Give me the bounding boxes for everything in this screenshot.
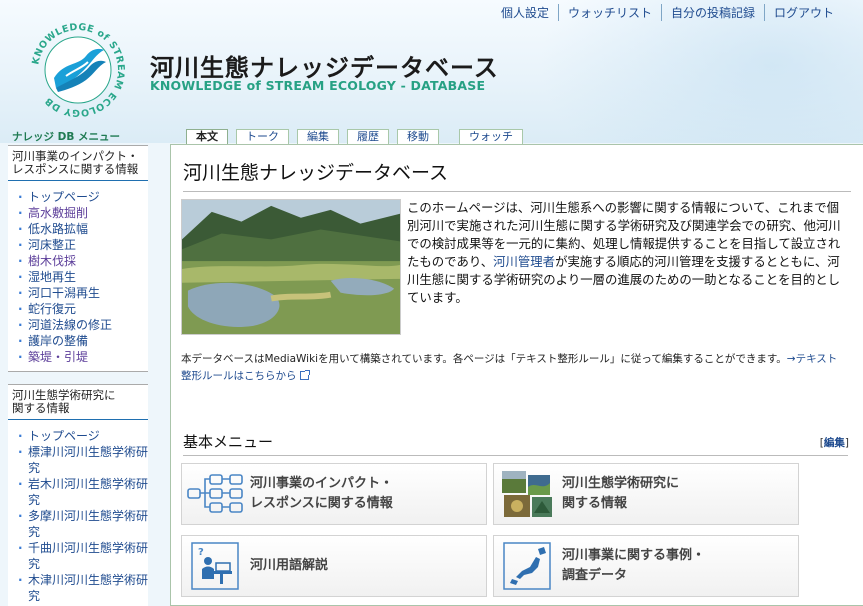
- site-header: 個人設定 ウォッチリスト 自分の投稿記録 ログアウト KNOWLEDGE of …: [0, 0, 863, 143]
- sidebar-item-wetland-restoration[interactable]: 湿地再生: [18, 269, 148, 285]
- japan-map-icon: [503, 542, 551, 590]
- card-label: 河川事業のインパクト・ レスポンスに関する情報: [250, 476, 394, 511]
- portlet-heading: 河川事業のインパクト・ レスポンスに関する情報: [8, 146, 148, 181]
- portlet-heading: 河川生態学術研究に 関する情報: [8, 385, 148, 420]
- menu-card-case-data[interactable]: 河川事業に関する事例・ 調査データ: [493, 535, 799, 597]
- sidebar-item-floodplain-excavation[interactable]: 高水敷掘削: [18, 205, 148, 221]
- tab-talk[interactable]: トーク: [236, 129, 289, 144]
- sidebar-item-meander-restoration[interactable]: 蛇行復元: [18, 301, 148, 317]
- sidebar-item-revetment[interactable]: 護岸の整備: [18, 333, 148, 349]
- main-content: 河川生態ナレッジデータベース このホームページは、河川生態系への影響に関する情報…: [170, 144, 863, 606]
- page-title: 河川生態ナレッジデータベース: [183, 158, 851, 192]
- sidebar-item-shibetsu[interactable]: 標津川河川生態学術研究: [18, 444, 148, 476]
- section-edit: [編集]: [819, 437, 849, 449]
- person-reading-icon: ?: [191, 542, 239, 590]
- my-contributions-link[interactable]: 自分の投稿記録: [660, 3, 764, 21]
- sidebar-item-tama[interactable]: 多摩川河川生態学術研究: [18, 508, 148, 540]
- sidebar-item-alignment-correction[interactable]: 河道法線の修正: [18, 317, 148, 333]
- flowchart-icon: [187, 474, 243, 513]
- sidebar-item-levee[interactable]: 築堤・引堤: [18, 349, 148, 365]
- portlet-academic-research: 河川生態学術研究に 関する情報 トップページ 標津川河川生態学術研究 岩木川河川…: [8, 384, 148, 606]
- sidebar-item-tidal-flat-restoration[interactable]: 河口干潟再生: [18, 285, 148, 301]
- sidebar-item-tree-cutting[interactable]: 樹木伐採: [18, 253, 148, 269]
- sidebar-item-riverbed-regrading[interactable]: 河床整正: [18, 237, 148, 253]
- sidebar: ナレッジ DB メニュー 河川事業のインパクト・ レスポンスに関する情報 トップ…: [8, 129, 148, 606]
- sidebar-title: ナレッジ DB メニュー: [12, 131, 121, 143]
- card-label: 河川用語解説: [250, 558, 329, 573]
- intro-paragraph: このホームページは、河川生態系への影響に関する情報について、これまで個別河川で実…: [407, 199, 847, 307]
- site-subtitle: KNOWLEDGE of STREAM ECOLOGY - DATABASE: [150, 78, 486, 93]
- tab-edit[interactable]: 編集: [297, 129, 339, 144]
- tab-watch[interactable]: ウォッチ: [459, 129, 523, 144]
- menu-card-glossary[interactable]: ? 河川用語解説: [181, 535, 487, 597]
- section-edit-link[interactable]: 編集: [824, 437, 845, 449]
- mediawiki-note: 本データベースはMediaWikiを用いて構築されています。各ページは「テキスト…: [181, 351, 846, 385]
- tab-move[interactable]: 移動: [397, 129, 439, 144]
- sidebar-item-channel-widening[interactable]: 低水路拡幅: [18, 221, 148, 237]
- nature-photos-icon: [502, 471, 552, 517]
- menu-card-academic-research[interactable]: 河川生態学術研究に 関する情報: [493, 463, 799, 525]
- sidebar-item-research-top[interactable]: トップページ: [18, 428, 148, 444]
- sidebar-item-top[interactable]: トップページ: [18, 189, 148, 205]
- sidebar-item-chikuma[interactable]: 千曲川河川生態学術研究: [18, 540, 148, 572]
- external-link-icon: [299, 370, 310, 380]
- tab-article[interactable]: 本文: [186, 129, 228, 144]
- river-administrator-link[interactable]: 河川管理者: [493, 254, 555, 269]
- logout-link[interactable]: ログアウト: [763, 3, 843, 21]
- site-logo-icon[interactable]: KNOWLEDGE of STREAM ECOLOGY DB: [26, 18, 130, 122]
- page-tabs: 本文 トーク 編集 履歴 移動 ウォッチ: [186, 129, 531, 144]
- tab-history[interactable]: 履歴: [347, 129, 389, 144]
- river-wetland-photo: [181, 199, 401, 335]
- note-text: 本データベースはMediaWikiを用いて構築されています。各ページは「テキスト…: [181, 353, 787, 365]
- sidebar-item-kizu[interactable]: 木津川河川生態学術研究: [18, 572, 148, 604]
- personal-tools: 個人設定 ウォッチリスト 自分の投稿記録 ログアウト: [492, 3, 843, 21]
- watchlist-link[interactable]: ウォッチリスト: [557, 3, 661, 21]
- section-heading-basic-menu: 基本メニュー: [183, 431, 848, 456]
- svg-text:?: ?: [198, 547, 204, 558]
- preferences-link[interactable]: 個人設定: [492, 4, 558, 21]
- portlet-impact-response: 河川事業のインパクト・ レスポンスに関する情報 トップページ 高水敷掘削 低水路…: [8, 145, 148, 372]
- sidebar-item-iwaki[interactable]: 岩木川河川生態学術研究: [18, 476, 148, 508]
- card-label: 河川事業に関する事例・ 調査データ: [562, 548, 706, 583]
- menu-card-impact-response[interactable]: 河川事業のインパクト・ レスポンスに関する情報: [181, 463, 487, 525]
- card-label: 河川生態学術研究に 関する情報: [562, 476, 680, 511]
